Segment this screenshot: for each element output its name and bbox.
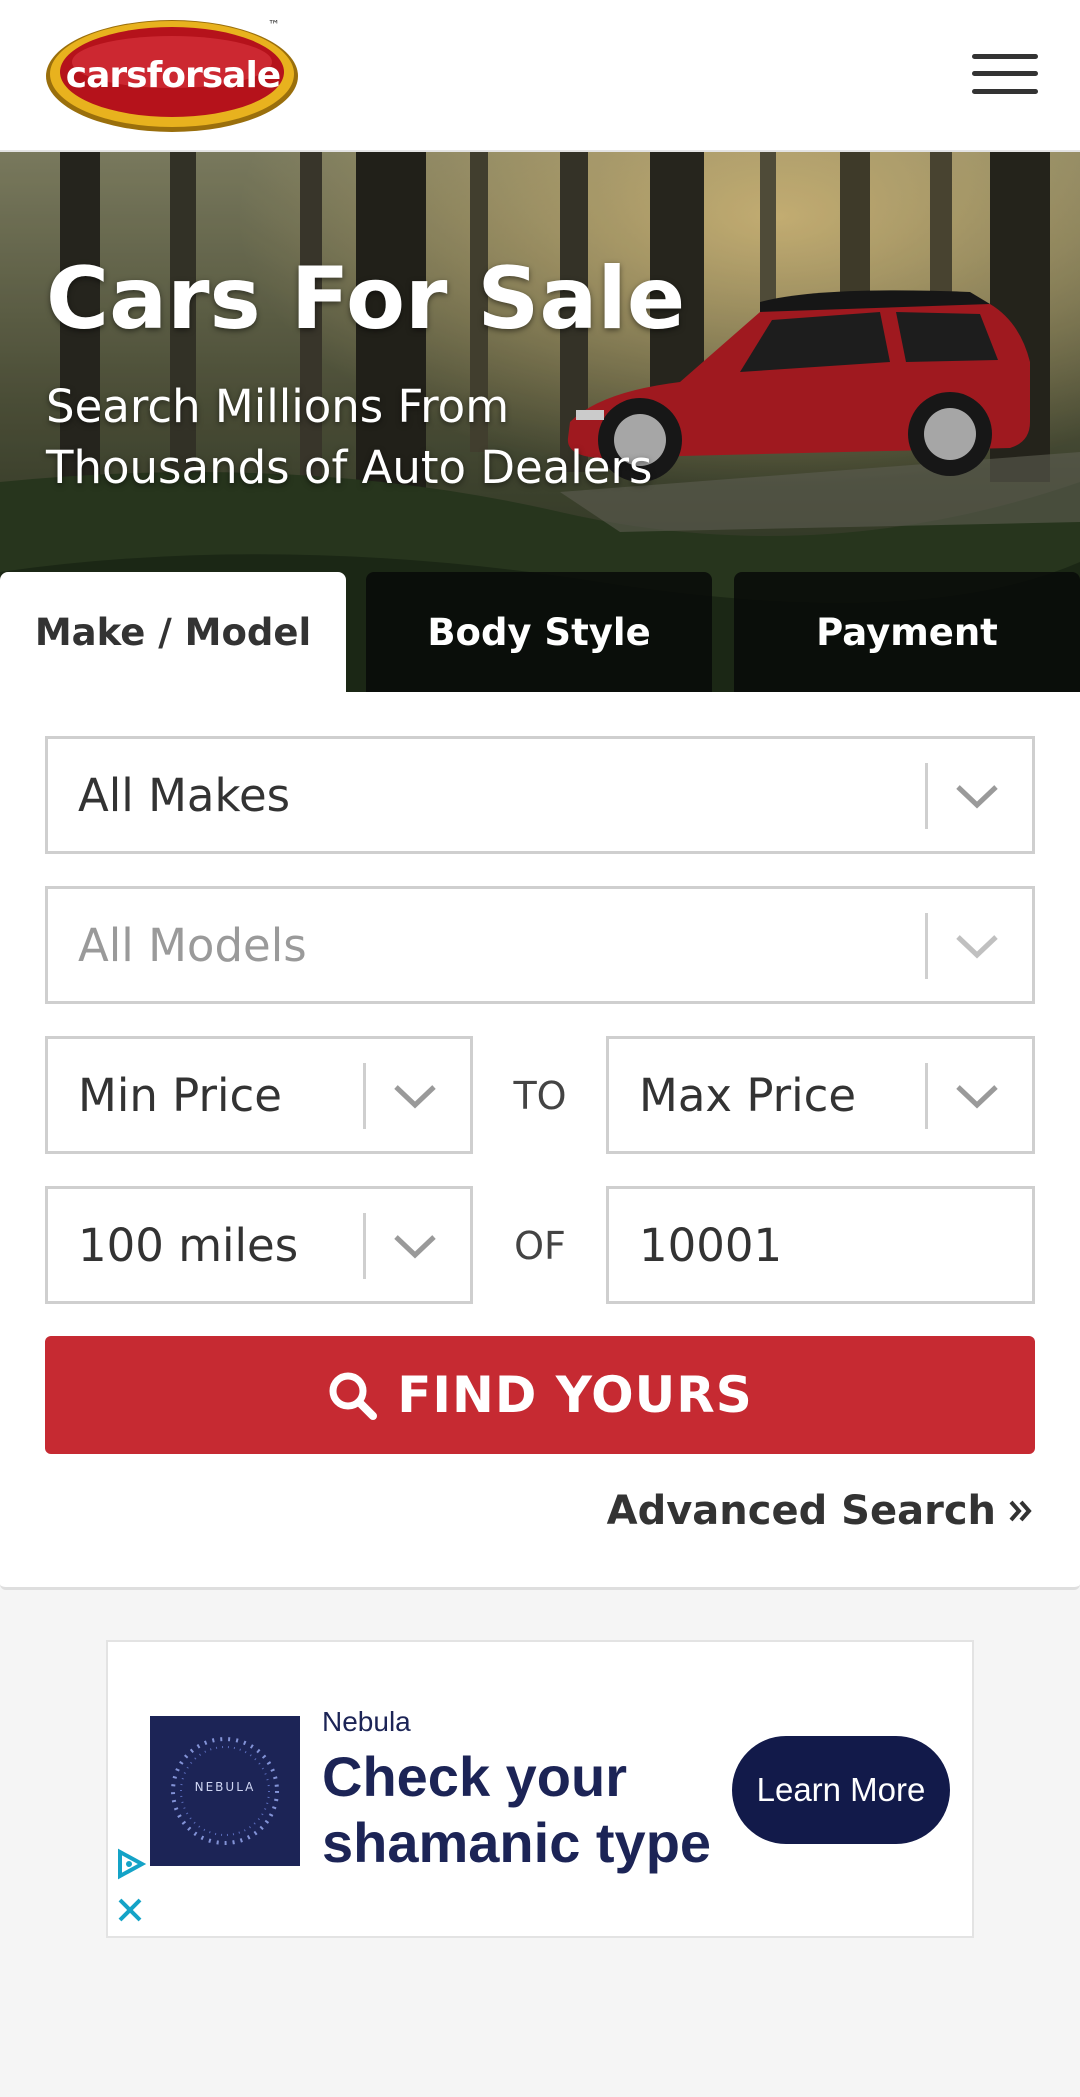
advertisement-banner[interactable]: NEBULA Nebula Check your shamanic type L… xyxy=(106,1640,974,1938)
ad-choices-icon[interactable] xyxy=(112,1846,148,1882)
tab-make-model[interactable]: Make / Model xyxy=(0,572,346,692)
chevron-down-icon xyxy=(956,935,998,959)
ad-image-text: NEBULA xyxy=(194,1780,256,1794)
tab-body-style[interactable]: Body Style xyxy=(366,572,712,692)
chevron-down-icon xyxy=(394,1085,436,1109)
select-divider xyxy=(363,1063,366,1129)
distance-joiner: OF xyxy=(514,1224,566,1268)
close-icon[interactable] xyxy=(112,1892,148,1928)
model-select[interactable]: All Models xyxy=(45,886,1035,1004)
make-select-value: All Makes xyxy=(78,768,291,822)
select-divider xyxy=(925,1063,928,1129)
max-price-value: Max Price xyxy=(639,1068,857,1122)
carsforsale-logo[interactable]: carsforsale xyxy=(44,16,302,134)
hero-title: Cars For Sale xyxy=(46,249,686,349)
distance-value: 100 miles xyxy=(78,1218,299,1272)
min-price-value: Min Price xyxy=(78,1068,282,1122)
advanced-search-link[interactable]: Advanced Search xyxy=(607,1488,1036,1534)
logo-text: carsforsale xyxy=(65,54,281,96)
select-divider xyxy=(925,913,928,979)
hero-subtitle: Search Millions From Thousands of Auto D… xyxy=(46,380,653,494)
ad-brand: Nebula xyxy=(322,1706,411,1737)
trademark-symbol: ™ xyxy=(268,18,280,32)
zip-code-input[interactable]: 10001 xyxy=(606,1186,1035,1304)
ad-image: NEBULA xyxy=(150,1716,300,1866)
select-divider xyxy=(925,763,928,829)
min-price-select[interactable]: Min Price xyxy=(45,1036,473,1154)
distance-select[interactable]: 100 miles xyxy=(45,1186,473,1304)
max-price-select[interactable]: Max Price xyxy=(606,1036,1035,1154)
ad-headline: Check your shamanic type xyxy=(322,1745,712,1874)
advanced-search-label: Advanced Search xyxy=(606,1488,996,1534)
hamburger-menu-icon[interactable] xyxy=(972,50,1040,98)
learn-more-button[interactable]: Learn More xyxy=(732,1736,950,1844)
make-select[interactable]: All Makes xyxy=(45,736,1035,854)
site-header: carsforsale ™ xyxy=(0,0,1080,152)
find-yours-button[interactable]: FIND YOURS xyxy=(45,1336,1035,1454)
search-icon xyxy=(329,1372,378,1420)
price-range-joiner: TO xyxy=(513,1074,567,1118)
find-yours-label: FIND YOURS xyxy=(397,1366,753,1424)
chevron-down-icon xyxy=(956,1085,998,1109)
model-select-value: All Models xyxy=(78,918,307,972)
chevron-down-icon xyxy=(394,1235,436,1259)
double-chevron-right-icon xyxy=(1009,1500,1032,1522)
tab-payment[interactable]: Payment xyxy=(734,572,1080,692)
select-divider xyxy=(363,1213,366,1279)
chevron-down-icon xyxy=(956,785,998,809)
